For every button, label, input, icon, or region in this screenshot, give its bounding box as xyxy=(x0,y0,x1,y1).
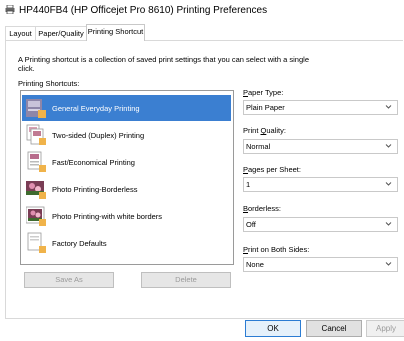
list-item[interactable]: General Everyday Printing xyxy=(22,95,231,121)
general-printing-icon xyxy=(26,99,46,118)
ok-button[interactable]: OK xyxy=(245,320,301,337)
shortcuts-label: Printing Shortcuts: xyxy=(18,79,80,88)
chevron-down-icon xyxy=(385,262,392,266)
chevron-down-icon xyxy=(385,222,392,226)
pages-per-sheet-label: Pages per Sheet: xyxy=(243,165,301,174)
shortcut-label: Factory Defaults xyxy=(52,239,107,248)
chevron-down-icon xyxy=(385,105,392,109)
window-title: HP440FB4 (HP Officejet Pro 8610) Printin… xyxy=(19,5,268,16)
shortcut-label: Photo Printing-Borderless xyxy=(52,185,138,194)
paper-type-select[interactable]: Plain Paper xyxy=(243,100,398,115)
borderless-label: Borderless: xyxy=(243,204,281,213)
chevron-down-icon xyxy=(385,144,392,148)
apply-button[interactable]: Apply xyxy=(366,320,404,337)
printer-icon xyxy=(5,5,15,14)
chevron-down-icon xyxy=(385,182,392,186)
shortcut-label: Photo Printing-with white borders xyxy=(52,212,163,221)
list-item[interactable]: Photo Printing-with white borders xyxy=(22,203,231,229)
both-sides-value: None xyxy=(246,260,264,269)
save-as-button[interactable]: Save As xyxy=(24,272,114,288)
borderless-value: Off xyxy=(246,220,256,229)
factory-defaults-icon xyxy=(27,232,46,253)
tab-divider xyxy=(5,40,403,41)
pages-per-sheet-value: 1 xyxy=(246,180,251,189)
delete-button[interactable]: Delete xyxy=(141,272,231,288)
pages-per-sheet-select[interactable]: 1 xyxy=(243,177,398,192)
print-quality-value: Normal xyxy=(246,142,271,151)
list-item[interactable]: Two-sided (Duplex) Printing xyxy=(22,122,231,148)
photo-borders-icon xyxy=(26,206,46,226)
paper-type-label: Paper Type: xyxy=(243,88,284,97)
shortcut-label: Two-sided (Duplex) Printing xyxy=(52,131,145,140)
duplex-printing-icon xyxy=(26,124,46,145)
list-item[interactable]: Fast/Economical Printing xyxy=(22,149,231,175)
print-quality-label: Print Quality: xyxy=(243,126,286,135)
print-quality-select[interactable]: Normal xyxy=(243,139,398,154)
both-sides-select[interactable]: None xyxy=(243,257,398,272)
paper-type-value: Plain Paper xyxy=(246,103,285,112)
cancel-button[interactable]: Cancel xyxy=(306,320,362,337)
shortcuts-list[interactable]: General Everyday Printing Two-sided (Dup… xyxy=(20,90,234,265)
list-item[interactable]: Factory Defaults xyxy=(22,230,231,256)
both-sides-label: Print on Both Sides: xyxy=(243,245,310,254)
description-text: A Printing shortcut is a collection of s… xyxy=(18,55,309,73)
tab-layout[interactable]: Layout xyxy=(5,26,36,40)
shortcut-label: General Everyday Printing xyxy=(52,104,140,113)
shortcut-label: Fast/Economical Printing xyxy=(52,158,135,167)
fast-printing-icon xyxy=(27,151,46,172)
tab-printing-shortcut[interactable]: Printing Shortcut xyxy=(86,24,145,41)
list-item[interactable]: Photo Printing-Borderless xyxy=(22,176,231,202)
borderless-select[interactable]: Off xyxy=(243,217,398,232)
photo-borderless-icon xyxy=(26,181,46,199)
tab-paper-quality[interactable]: Paper/Quality xyxy=(35,26,87,40)
